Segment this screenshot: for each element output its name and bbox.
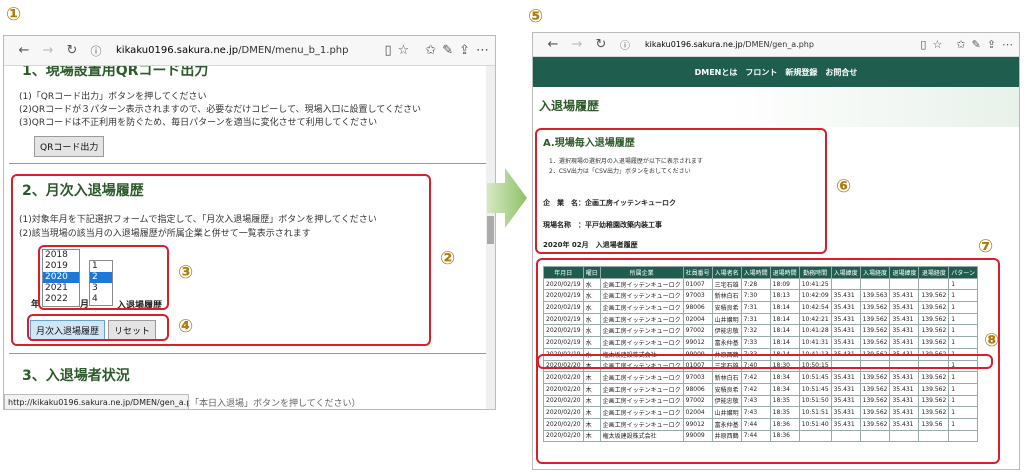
address-bar[interactable]: kikaku0196.sakura.ne.jp/DMEN/gen_a.php [645, 40, 814, 49]
section1-line-3: (3)QRコードは不正利用を防ぐため、毎日パターンを適当に変化させて利用してくだ… [19, 118, 378, 128]
marker-3: ③ [178, 262, 194, 283]
page-header-band: 入退場履歴 [533, 87, 1019, 127]
section1-title: 1、現場設置用QRコード出力 [22, 66, 209, 79]
highlight-box-8 [537, 354, 993, 369]
favorite-star-icon[interactable]: ☆ [398, 43, 410, 58]
forward-icon[interactable]: → [36, 43, 60, 58]
refresh-icon[interactable]: ↻ [60, 43, 84, 58]
pen-icon[interactable]: ✎ [442, 43, 453, 58]
back-icon[interactable]: ← [541, 37, 565, 52]
marker-7: ⑦ [978, 236, 994, 257]
section1-line-2: (2)QRコードが３パターン表示されますので、必要なだけコピーして、現場入口に設… [19, 105, 422, 115]
url-host: kikaku0196.sakura.ne.jp [116, 45, 239, 56]
url-path: /DMEN/menu_b_1.php [238, 45, 349, 56]
more-icon[interactable]: ⋯ [1002, 38, 1013, 51]
nav-link[interactable]: フロント [745, 67, 777, 78]
pen-icon[interactable]: ✎ [972, 38, 981, 51]
divider-1 [9, 163, 490, 164]
nav-link[interactable]: お問合せ [825, 67, 857, 78]
highlight-box-3 [38, 245, 169, 310]
reading-view-icon[interactable]: ▯ [384, 43, 391, 58]
url-path: /DMEN/gen_a.php [742, 40, 814, 49]
transition-arrow-icon [487, 168, 527, 228]
scrollbar[interactable] [486, 66, 495, 409]
section1-line-1: (1)「QRコード出力」ボタンを押してください [19, 92, 207, 102]
site-nav-bar: DMENとは フロント 新規登録 お問合せ [533, 57, 1019, 87]
marker-8: ⑧ [984, 330, 1000, 351]
address-bar[interactable]: kikaku0196.sakura.ne.jp/DMEN/menu_b_1.ph… [116, 45, 349, 56]
share-icon[interactable]: ⇪ [459, 43, 470, 58]
favorites-hub-icon[interactable]: ✩ [956, 38, 965, 51]
forward-icon[interactable]: → [565, 37, 589, 52]
info-icon[interactable]: ⓘ [613, 37, 637, 52]
status-bar-url: http://kikaku0196.sakura.ne.jp/DMEN/gen_… [4, 394, 189, 409]
section3-title: 3、入退場者状況 [22, 368, 130, 384]
right-toolbar: ← → ↻ ⓘ kikaku0196.sakura.ne.jp/DMEN/gen… [533, 33, 1019, 57]
info-icon[interactable]: ⓘ [84, 43, 108, 59]
reading-view-icon[interactable]: ▯ [920, 38, 926, 51]
more-icon[interactable]: ⋯ [476, 43, 489, 58]
page-title: 入退場履歴 [539, 99, 600, 113]
left-toolbar: ← → ↻ ⓘ kikaku0196.sakura.ne.jp/DMEN/men… [4, 36, 495, 66]
marker-5: ⑤ [528, 6, 544, 27]
back-icon[interactable]: ← [12, 43, 36, 58]
share-icon[interactable]: ⇪ [987, 38, 996, 51]
favorites-hub-icon[interactable]: ✩ [425, 43, 436, 58]
divider-2 [9, 353, 490, 354]
refresh-icon[interactable]: ↻ [589, 37, 613, 52]
highlight-box-6 [535, 128, 827, 254]
favorite-star-icon[interactable]: ☆ [932, 38, 942, 51]
qr-output-button[interactable]: QRコード出力 [34, 136, 105, 157]
nav-link[interactable]: DMENとは [695, 67, 738, 78]
nav-link[interactable]: 新規登録 [785, 67, 817, 78]
marker-1: ① [6, 4, 22, 25]
marker-6: ⑥ [836, 176, 852, 197]
highlight-box-4 [27, 314, 169, 341]
url-host: kikaku0196.sakura.ne.jp [645, 40, 743, 49]
marker-4: ④ [178, 316, 194, 337]
marker-2: ② [440, 248, 456, 269]
